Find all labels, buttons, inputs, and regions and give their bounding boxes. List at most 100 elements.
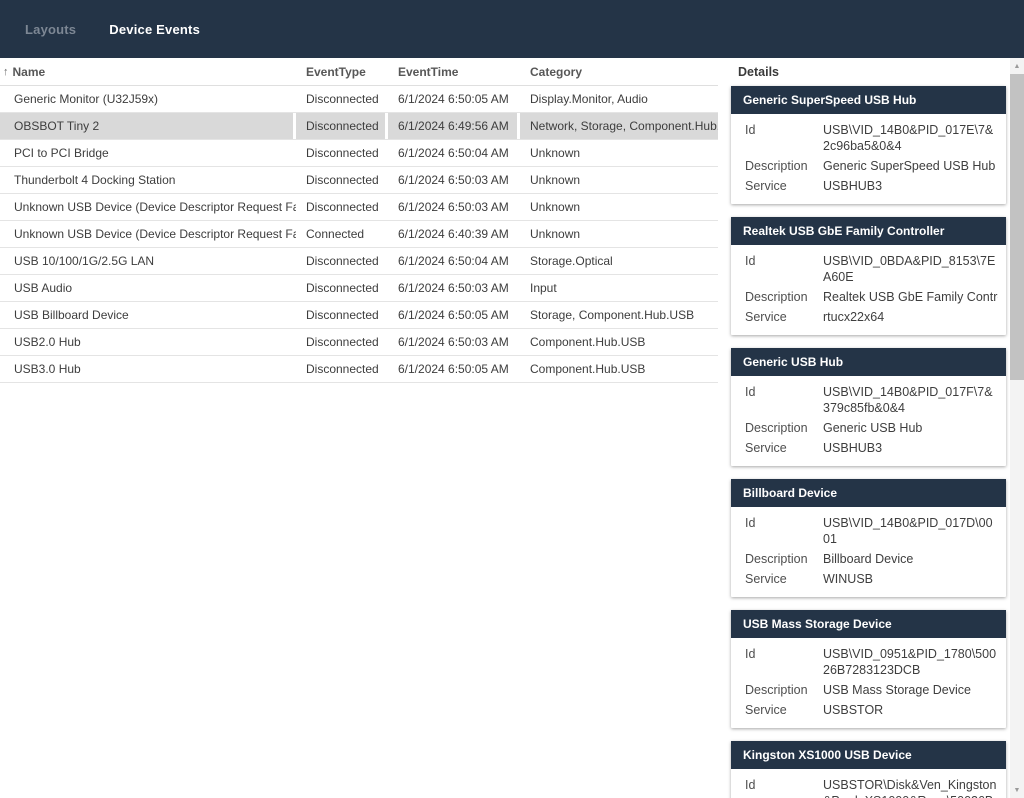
device-events-app: Layouts Device Events ↑ Name EventType E…: [0, 0, 1024, 798]
device-card-title: USB Mass Storage Device: [731, 610, 1006, 638]
device-field: Description Generic USB Hub: [731, 418, 1006, 438]
device-field: Description Billboard Device: [731, 549, 1006, 569]
table-row[interactable]: USB3.0 Hub Disconnected 6/1/2024 6:50:05…: [0, 356, 718, 383]
scroll-down-icon: ▼: [1014, 787, 1021, 794]
tab-layouts[interactable]: Layouts: [25, 22, 76, 37]
table-row[interactable]: OBSBOT Tiny 2 Disconnected 6/1/2024 6:49…: [0, 113, 718, 140]
device-field-value: USB\VID_14B0&PID_017D\0001: [823, 515, 998, 547]
cell-eventtype: Disconnected: [296, 86, 388, 112]
table-row[interactable]: PCI to PCI Bridge Disconnected 6/1/2024 …: [0, 140, 718, 167]
cell-category: Unknown: [520, 194, 718, 220]
cell-eventtime: 6/1/2024 6:50:04 AM: [388, 248, 520, 274]
tab-device-events[interactable]: Device Events: [109, 22, 200, 37]
device-field: Description USB Mass Storage Device: [731, 680, 1006, 700]
cell-eventtime: 6/1/2024 6:50:05 AM: [388, 86, 520, 112]
device-card-title: Generic USB Hub: [731, 348, 1006, 376]
device-field-value: USBHUB3: [823, 178, 998, 194]
table-row[interactable]: Unknown USB Device (Device Descriptor Re…: [0, 194, 718, 221]
device-field-value: USB\VID_0951&PID_1780\50026B7283123DCB: [823, 646, 998, 678]
device-card-title: Realtek USB GbE Family Controller: [731, 217, 1006, 245]
device-card: Kingston XS1000 USB Device Id USBSTOR\Di…: [731, 741, 1006, 798]
cell-category: Component.Hub.USB: [520, 356, 718, 382]
cell-name: Generic Monitor (U32J59x): [0, 86, 296, 112]
table-row[interactable]: Thunderbolt 4 Docking Station Disconnect…: [0, 167, 718, 194]
device-field-label: Service: [745, 702, 823, 718]
device-field-label: Id: [745, 122, 823, 154]
device-field-value: rtucx22x64: [823, 309, 998, 325]
cell-eventtime: 6/1/2024 6:49:56 AM: [388, 113, 520, 139]
device-field-label: Id: [745, 646, 823, 678]
device-field-value: Realtek USB GbE Family Controller: [823, 289, 998, 305]
sort-ascending-icon: ↑: [3, 66, 9, 78]
device-card-body: Id USB\VID_0951&PID_1780\50026B7283123DC…: [731, 638, 1006, 728]
cell-name: USB2.0 Hub: [0, 329, 296, 355]
cell-eventtype: Disconnected: [296, 167, 388, 193]
device-field-label: Id: [745, 384, 823, 416]
cell-name: USB Audio: [0, 275, 296, 301]
table-row[interactable]: USB 10/100/1G/2.5G LAN Disconnected 6/1/…: [0, 248, 718, 275]
cell-eventtime: 6/1/2024 6:50:03 AM: [388, 194, 520, 220]
device-field-value: USBSTOR: [823, 702, 998, 718]
table-row[interactable]: USB Billboard Device Disconnected 6/1/20…: [0, 302, 718, 329]
cell-category: Input: [520, 275, 718, 301]
cell-eventtime: 6/1/2024 6:50:03 AM: [388, 329, 520, 355]
device-field: Service USBHUB3: [731, 438, 1006, 458]
cell-eventtype: Disconnected: [296, 302, 388, 328]
column-header-category[interactable]: Category: [520, 65, 718, 79]
cell-eventtype: Disconnected: [296, 275, 388, 301]
table-row[interactable]: USB Audio Disconnected 6/1/2024 6:50:03 …: [0, 275, 718, 302]
table-row[interactable]: USB2.0 Hub Disconnected 6/1/2024 6:50:03…: [0, 329, 718, 356]
column-header-name-label: Name: [13, 65, 46, 79]
cell-category: Network, Storage, Component.Hub.USB: [520, 113, 718, 139]
device-field: Id USB\VID_14B0&PID_017F\7&379c85fb&0&4: [731, 382, 1006, 418]
cell-category: Unknown: [520, 140, 718, 166]
cell-eventtime: 6/1/2024 6:50:05 AM: [388, 356, 520, 382]
column-header-eventtype[interactable]: EventType: [296, 65, 388, 79]
device-field-value: USB Mass Storage Device: [823, 682, 998, 698]
cell-name: USB3.0 Hub: [0, 356, 296, 382]
scroll-up-button[interactable]: ▲: [1010, 58, 1024, 74]
device-field-label: Description: [745, 420, 823, 436]
column-header-eventtime[interactable]: EventTime: [388, 65, 520, 79]
device-field: Id USB\VID_0BDA&PID_8153\7EA60E: [731, 251, 1006, 287]
device-card-body: Id USB\VID_14B0&PID_017E\7&2c96ba5&0&4 D…: [731, 114, 1006, 204]
details-title: Details: [738, 65, 1006, 79]
device-field-label: Service: [745, 178, 823, 194]
device-field: Service USBSTOR: [731, 700, 1006, 720]
device-field: Id USB\VID_14B0&PID_017E\7&2c96ba5&0&4: [731, 120, 1006, 156]
details-scrollbar[interactable]: ▲ ▼: [1010, 58, 1024, 798]
cell-eventtime: 6/1/2024 6:50:04 AM: [388, 140, 520, 166]
scrollbar-thumb[interactable]: [1010, 74, 1024, 380]
cell-name: OBSBOT Tiny 2: [0, 113, 296, 139]
cell-name: Thunderbolt 4 Docking Station: [0, 167, 296, 193]
cell-eventtype: Disconnected: [296, 113, 388, 139]
device-field-label: Id: [745, 515, 823, 547]
device-field-value: USB\VID_0BDA&PID_8153\7EA60E: [823, 253, 998, 285]
device-field-label: Id: [745, 253, 823, 285]
device-field: Id USB\VID_14B0&PID_017D\0001: [731, 513, 1006, 549]
device-card-body: Id USBSTOR\Disk&Ven_Kingston&Prod_XS1000…: [731, 769, 1006, 798]
device-field-label: Description: [745, 158, 823, 174]
content-area: ↑ Name EventType EventTime Category Gene…: [0, 58, 1024, 798]
device-field-label: Service: [745, 309, 823, 325]
topbar: Layouts Device Events: [0, 0, 1024, 58]
cell-eventtime: 6/1/2024 6:50:03 AM: [388, 275, 520, 301]
column-header-name[interactable]: ↑ Name: [0, 65, 296, 79]
cell-eventtype: Disconnected: [296, 356, 388, 382]
cell-name: USB Billboard Device: [0, 302, 296, 328]
device-field-label: Id: [745, 777, 823, 798]
cell-eventtime: 6/1/2024 6:40:39 AM: [388, 221, 520, 247]
device-field: Description Realtek USB GbE Family Contr…: [731, 287, 1006, 307]
scroll-down-button[interactable]: ▼: [1010, 782, 1024, 798]
device-card-title: Billboard Device: [731, 479, 1006, 507]
cell-name: USB 10/100/1G/2.5G LAN: [0, 248, 296, 274]
device-card-title: Generic SuperSpeed USB Hub: [731, 86, 1006, 114]
device-field-value: WINUSB: [823, 571, 998, 587]
table-row[interactable]: Generic Monitor (U32J59x) Disconnected 6…: [0, 86, 718, 113]
device-field: Service USBHUB3: [731, 176, 1006, 196]
device-field-label: Description: [745, 289, 823, 305]
table-header-row: ↑ Name EventType EventTime Category: [0, 58, 718, 86]
cell-eventtype: Disconnected: [296, 194, 388, 220]
device-field: Service rtucx22x64: [731, 307, 1006, 327]
table-row[interactable]: Unknown USB Device (Device Descriptor Re…: [0, 221, 718, 248]
